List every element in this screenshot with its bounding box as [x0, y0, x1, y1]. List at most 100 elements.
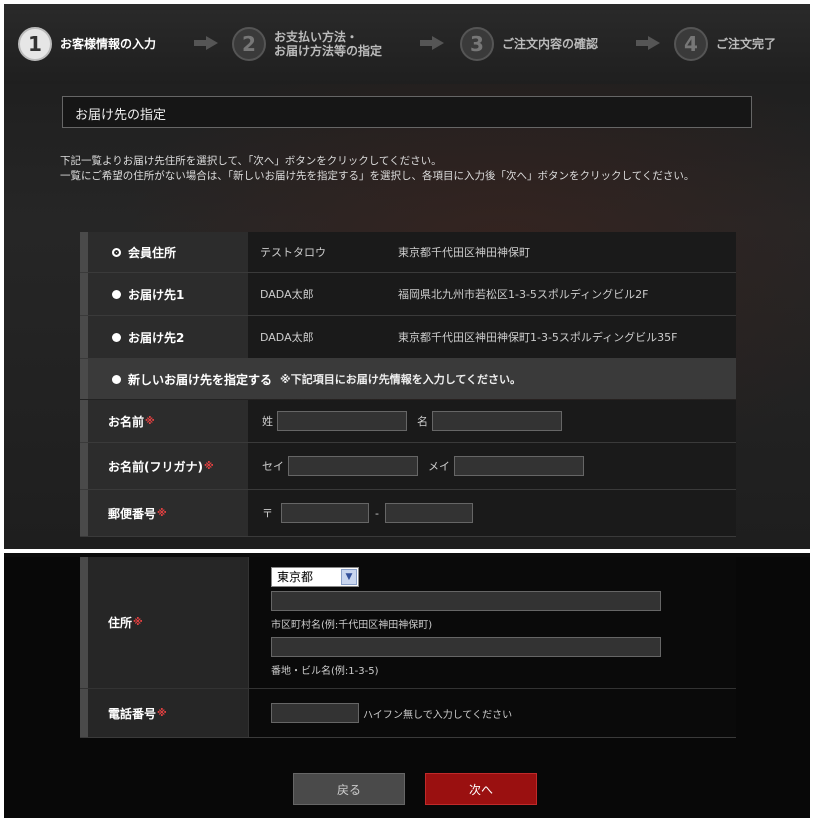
step-label: お客様情報の入力 — [60, 37, 157, 51]
street-hint: 番地・ビル名(例:1-3-5) — [271, 666, 379, 677]
instructions: 下記一覧よりお届け先住所を選択して、「次へ」ボタンをクリックしてください。 一覧… — [60, 154, 750, 184]
postal-row: 郵便番号 ※ 〒 - — [80, 490, 736, 537]
required-mark: ※ — [133, 617, 143, 628]
step-label: お支払い方法・ お届け方法等の指定 — [274, 30, 382, 58]
field-label: 住所 — [108, 616, 133, 630]
first-name-kana-input[interactable] — [454, 456, 584, 476]
step-number: 3 — [460, 27, 494, 61]
prefecture-select[interactable]: 東京都 ▼ — [271, 567, 359, 587]
address-row-values: DADA太郎 福岡県北九州市若松区1-3-5スポルディングビル2F — [248, 273, 736, 315]
address-option-text: 会員住所 — [128, 245, 177, 260]
address-option-text: お届け先1 — [128, 287, 185, 302]
address-row-member[interactable]: 会員住所 テストタロウ 東京都千代田区神田神保町 — [80, 232, 736, 273]
checkout-steps: 1 お客様情報の入力 2 お支払い方法・ お届け方法等の指定 3 ご注文内容の確… — [4, 4, 810, 84]
divider — [0, 549, 814, 553]
postal-mark: 〒 — [262, 507, 273, 520]
phone-hint: ハイフン無しで入力してください — [363, 709, 513, 721]
step-label-line1: お支払い方法・ — [274, 30, 359, 44]
radio-icon[interactable] — [112, 289, 121, 299]
section-title: お届け先の指定 — [75, 108, 167, 123]
phone-fields: ハイフン無しで入力してください — [248, 689, 736, 737]
city-input[interactable] — [271, 591, 661, 611]
phone-label: 電話番号 ※ — [80, 689, 248, 737]
address-option-text: お届け先2 — [128, 330, 185, 345]
city-hint: 市区町村名(例:千代田区神田神保町) — [271, 620, 433, 631]
postal-inputs: 〒 - — [262, 490, 473, 536]
radio-icon[interactable] — [112, 332, 121, 342]
chevron-down-icon[interactable]: ▼ — [341, 569, 357, 585]
step-2: 2 お支払い方法・ お届け方法等の指定 — [232, 24, 382, 64]
instruction-line1: 下記一覧よりお届け先住所を選択して、「次へ」ボタンをクリックしてください。 — [60, 155, 442, 167]
kana-fields: セイ メイ — [248, 443, 736, 489]
step-arrow-icon — [194, 36, 220, 50]
step-3: 3 ご注文内容の確認 — [460, 24, 598, 64]
phone-inputs: ハイフン無しで入力してください — [271, 689, 512, 737]
step-number: 1 — [18, 27, 52, 61]
name-row: お名前 ※ 姓 名 — [80, 400, 736, 443]
postal-code-input-2[interactable] — [384, 503, 473, 523]
phone-input[interactable] — [271, 703, 359, 723]
page-frame: 1 お客様情報の入力 2 お支払い方法・ お届け方法等の指定 3 ご注文内容の確… — [0, 0, 814, 818]
field-label: 電話番号 — [108, 706, 157, 721]
address-row-1[interactable]: お届け先1 DADA太郎 福岡県北九州市若松区1-3-5スポルディングビル2F — [80, 273, 736, 316]
name-fields: 姓 名 — [248, 400, 736, 442]
mei-label: 名 — [417, 415, 428, 428]
kana-label: お名前(フリガナ) ※ — [80, 443, 248, 489]
next-button[interactable]: 次へ — [425, 773, 537, 805]
address-text: 東京都千代田区神田神保町 — [398, 246, 530, 259]
address-option-label[interactable]: 会員住所 — [80, 232, 248, 272]
address-option-label[interactable]: お届け先2 — [80, 316, 248, 358]
address-name: テストタロウ — [260, 246, 326, 259]
step-arrow-icon — [636, 36, 662, 50]
kana-row: お名前(フリガナ) ※ セイ メイ — [80, 443, 736, 490]
step-arrow-icon — [420, 36, 446, 50]
address-fields: 東京都 ▼ 市区町村名(例:千代田区神田神保町) 番地・ビル名(例:1-3-5) — [248, 557, 736, 688]
back-button[interactable]: 戻る — [293, 773, 405, 805]
required-mark: ※ — [145, 415, 155, 427]
sei-label: 姓 — [262, 415, 273, 428]
postal-separator: - — [375, 506, 379, 520]
address-label: 住所 ※ — [80, 557, 248, 688]
address-text: 福岡県北九州市若松区1-3-5スポルディングビル2F — [398, 288, 649, 301]
name-inputs: 姓 名 — [262, 400, 562, 442]
last-name-input[interactable] — [277, 411, 407, 431]
required-mark: ※ — [203, 460, 214, 472]
step-4: 4 ご注文完了 — [674, 24, 776, 64]
street-input[interactable] — [271, 637, 661, 657]
instruction-line2: 一覧にご希望の住所がない場合は、「新しいお届け先を指定する」を選択し、各項目に入… — [60, 170, 695, 182]
first-name-input[interactable] — [432, 411, 562, 431]
required-mark: ※ — [157, 507, 167, 519]
postal-label: 郵便番号 ※ — [80, 490, 248, 536]
checkout-panel: 1 お客様情報の入力 2 お支払い方法・ お届け方法等の指定 3 ご注文内容の確… — [4, 4, 810, 818]
sei-kana-label: セイ — [262, 460, 284, 473]
address-row: 住所 ※ 東京都 ▼ 市区町村名(例:千代田区神田神保町) 番地・ビル名(例:1-… — [80, 557, 736, 689]
required-mark: ※ — [157, 707, 167, 719]
postal-code-input-1[interactable] — [281, 503, 369, 523]
address-row-2[interactable]: お届け先2 DADA太郎 東京都千代田区神田神保町1-3-5スポルディングビル3… — [80, 316, 736, 359]
new-address-note: ※下記項目にお届け先情報を入力してください。 — [280, 373, 522, 386]
step-1: 1 お客様情報の入力 — [18, 24, 156, 64]
postal-fields: 〒 - — [248, 490, 736, 536]
new-address-label: 新しいお届け先を指定する — [128, 372, 273, 387]
step-label-line2: お届け方法等の指定 — [274, 44, 383, 58]
address-option-label[interactable]: お届け先1 — [80, 273, 248, 315]
radio-selected-icon[interactable] — [112, 247, 121, 257]
phone-row: 電話番号 ※ ハイフン無しで入力してください — [80, 689, 736, 738]
step-label: ご注文完了 — [716, 37, 777, 51]
kana-inputs: セイ メイ — [262, 443, 584, 489]
prefecture-value: 東京都 — [277, 570, 314, 584]
mei-kana-label: メイ — [428, 460, 450, 473]
radio-icon[interactable] — [112, 374, 121, 384]
new-address-option[interactable]: 新しいお届け先を指定する ※下記項目にお届け先情報を入力してください。 — [80, 359, 736, 399]
section-header: お届け先の指定 — [62, 96, 752, 128]
step-number: 2 — [232, 27, 266, 61]
name-label: お名前 ※ — [80, 400, 248, 442]
address-row-values: テストタロウ 東京都千代田区神田神保町 — [248, 232, 736, 272]
field-label: お名前(フリガナ) — [108, 459, 203, 474]
field-label: 郵便番号 — [108, 506, 157, 521]
address-row-values: DADA太郎 東京都千代田区神田神保町1-3-5スポルディングビル35F — [248, 316, 736, 358]
address-name: DADA太郎 — [260, 331, 314, 344]
last-name-kana-input[interactable] — [288, 456, 418, 476]
step-label: ご注文内容の確認 — [502, 37, 599, 51]
field-label: お名前 — [108, 414, 145, 429]
